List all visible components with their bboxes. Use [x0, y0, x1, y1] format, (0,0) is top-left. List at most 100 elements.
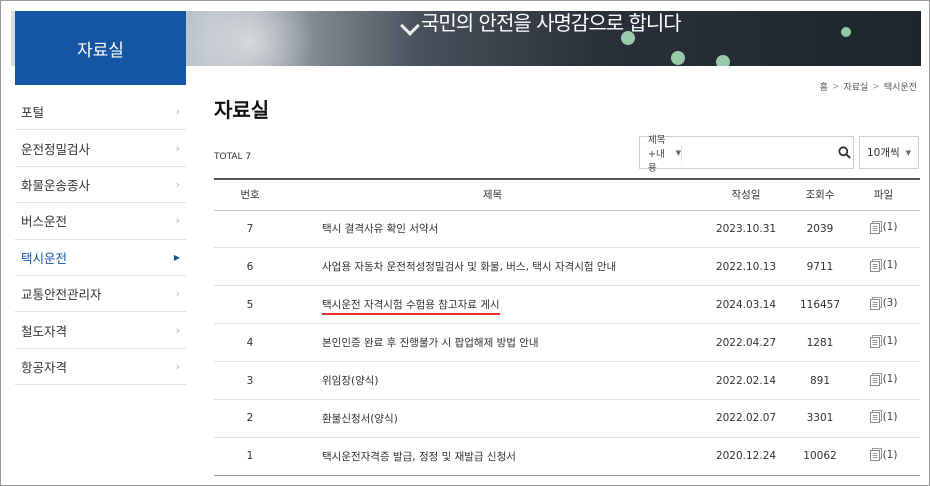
search-input[interactable] [682, 137, 837, 168]
row-views: 10062 [793, 437, 847, 476]
sidebar-item-label: 철도자격 [21, 323, 68, 339]
per-page-select[interactable]: 10개씩 ▼ [859, 136, 919, 169]
breadcrumb-separator: > [831, 81, 840, 92]
row-file-count: (1) [882, 335, 898, 348]
row-title-link[interactable]: 택시운전자격증 발급, 정정 및 재발급 신청서 [322, 451, 516, 463]
row-file-attachment[interactable]: (1) [869, 448, 897, 462]
file-icon [869, 410, 882, 424]
sidebar-title: 자료실 [15, 11, 186, 85]
page-frame: 국민의 안전을 사명감으로 합니다 자료실 포털 › 운전정밀검사 › 화물운송… [0, 0, 930, 486]
total-count: TOTAL 7 [214, 152, 252, 162]
breadcrumb-separator: > [872, 81, 880, 92]
row-no: 3 [214, 361, 286, 400]
table-row: 1 택시운전자격증 발급, 정정 및 재발급 신청서 2020.12.24 10… [214, 437, 920, 476]
page-title: 자료실 [214, 98, 270, 122]
chevron-right-icon: › [175, 105, 180, 119]
sidebar-item-aviation-license[interactable]: 항공자격 › [15, 349, 186, 386]
breadcrumb-current: 택시운전 [883, 83, 917, 93]
search-box: 제목+내용 ▼ [639, 135, 854, 174]
row-views: 2039 [793, 210, 847, 249]
sidebar-item-taxi-driving[interactable]: 택시운전 ▶ [15, 240, 186, 276]
row-no: 6 [214, 247, 286, 287]
row-file-count: (3) [882, 297, 898, 310]
search-field-select[interactable]: 제목+내용 ▼ [640, 135, 683, 174]
caret-down-icon: ▼ [675, 148, 682, 157]
table-row: 7 택시 결격사유 확인 서약서 2023.10.31 2039 (1) [214, 210, 920, 249]
sidebar-item-label: 택시운전 [21, 250, 68, 266]
row-date: 2023.10.31 [699, 210, 793, 249]
row-file-attachment[interactable]: (1) [869, 258, 897, 272]
table-row: 5 택시운전 자격시험 수험용 참고자료 게시 2024.03.14 11645… [214, 285, 920, 325]
per-page-label: 10개씩 [866, 147, 900, 159]
row-date: 2022.04.27 [699, 323, 793, 363]
banner-light-dot [716, 55, 730, 66]
row-title-link[interactable]: 택시운전 자격시험 수험용 참고자료 게시 [322, 299, 500, 316]
table-row: 2 환불신청서(양식) 2022.02.07 3301 (1) [214, 399, 920, 438]
table-row: 6 사업용 자동차 운전적성정밀검사 및 화물, 버스, 택시 자격시험 안내 … [214, 247, 920, 287]
file-icon [869, 372, 882, 386]
banner-slogan: 국민의 안전을 사명감으로 합니다 [421, 11, 682, 35]
breadcrumb-home[interactable]: 홈 [820, 80, 828, 93]
chevron-right-icon: › [175, 214, 180, 228]
board-table: 번호 제목 작성일 조회수 파일 7 택시 결격사유 확인 서약서 2023.1… [214, 178, 920, 476]
row-title-link[interactable]: 본인인증 완료 후 진행불가 시 팝업해제 방법 안내 [322, 337, 539, 349]
row-file-attachment[interactable]: (1) [869, 372, 898, 386]
row-no: 5 [214, 285, 286, 325]
banner-light-dot [671, 51, 685, 65]
row-title-link[interactable]: 위임장(양식) [322, 375, 379, 387]
sidebar-item-railway-license[interactable]: 철도자격 › [15, 312, 186, 349]
row-views: 1281 [793, 323, 847, 363]
sidebar-item-driving-aptitude-test[interactable]: 운전정밀검사 › [15, 130, 186, 167]
sidebar-item-label: 운전정밀검사 [21, 141, 91, 157]
row-date: 2022.02.14 [699, 361, 793, 400]
row-views: 9711 [793, 247, 847, 287]
row-no: 2 [214, 399, 286, 438]
row-file-attachment[interactable]: (1) [869, 410, 897, 424]
row-file-attachment[interactable]: (1) [869, 334, 898, 348]
header-no: 번호 [214, 179, 286, 211]
table-header-row: 번호 제목 작성일 조회수 파일 [214, 179, 920, 211]
row-title-link[interactable]: 사업용 자동차 운전적성정밀검사 및 화물, 버스, 택시 자격시험 안내 [322, 261, 616, 273]
caret-down-icon: ▼ [905, 148, 912, 157]
header-date: 작성일 [699, 179, 793, 211]
chevron-right-icon: › [175, 359, 180, 373]
row-views: 891 [793, 361, 847, 400]
sidebar-item-label: 화물운송종사 [21, 177, 91, 193]
header-file: 파일 [847, 179, 920, 211]
table-row: 3 위임장(양식) 2022.02.14 891 (1) [214, 361, 920, 400]
row-file-attachment[interactable]: (1) [869, 220, 898, 234]
row-title-link[interactable]: 환불신청서(양식) [322, 413, 398, 425]
banner-light-dot [841, 27, 851, 37]
sidebar-item-label: 교통안전관리자 [21, 287, 102, 303]
row-no: 4 [214, 323, 286, 363]
row-no: 7 [214, 210, 286, 249]
search-button[interactable] [836, 137, 853, 168]
file-icon [869, 448, 882, 462]
row-date: 2020.12.24 [699, 437, 793, 476]
chevron-right-icon: › [175, 177, 180, 191]
file-icon [869, 334, 882, 348]
row-file-count: (1) [882, 373, 898, 385]
sidebar-menu: 포털 › 운전정밀검사 › 화물운송종사 › 버스운전 › 택시운전 ▶ 교통안… [15, 94, 186, 386]
breadcrumb-section[interactable]: 자료실 [843, 80, 868, 93]
row-views: 3301 [793, 399, 847, 438]
triangle-right-icon: ▶ [173, 252, 180, 262]
sidebar-item-portal[interactable]: 포털 › [15, 94, 186, 131]
row-title-link[interactable]: 택시 결격사유 확인 서약서 [322, 223, 438, 235]
sidebar-item-freight-transport[interactable]: 화물운송종사 › [15, 167, 186, 204]
chevron-right-icon: › [175, 287, 180, 301]
row-file-count: (1) [882, 221, 898, 234]
header-views: 조회수 [793, 179, 847, 211]
row-date: 2022.02.07 [699, 399, 793, 438]
sidebar-item-bus-driving[interactable]: 버스운전 › [15, 203, 186, 240]
sidebar-item-label: 항공자격 [21, 359, 68, 375]
sidebar-item-traffic-safety-manager[interactable]: 교통안전관리자 › [15, 276, 186, 313]
row-date: 2024.03.14 [699, 285, 793, 325]
file-icon [869, 220, 882, 234]
row-views: 116457 [793, 285, 847, 325]
row-date: 2022.10.13 [699, 247, 793, 287]
search-icon [838, 146, 851, 159]
breadcrumb: 홈 > 자료실 > 택시운전 [820, 80, 917, 94]
chevron-right-icon: › [175, 323, 180, 337]
row-file-attachment[interactable]: (3) [869, 296, 898, 310]
